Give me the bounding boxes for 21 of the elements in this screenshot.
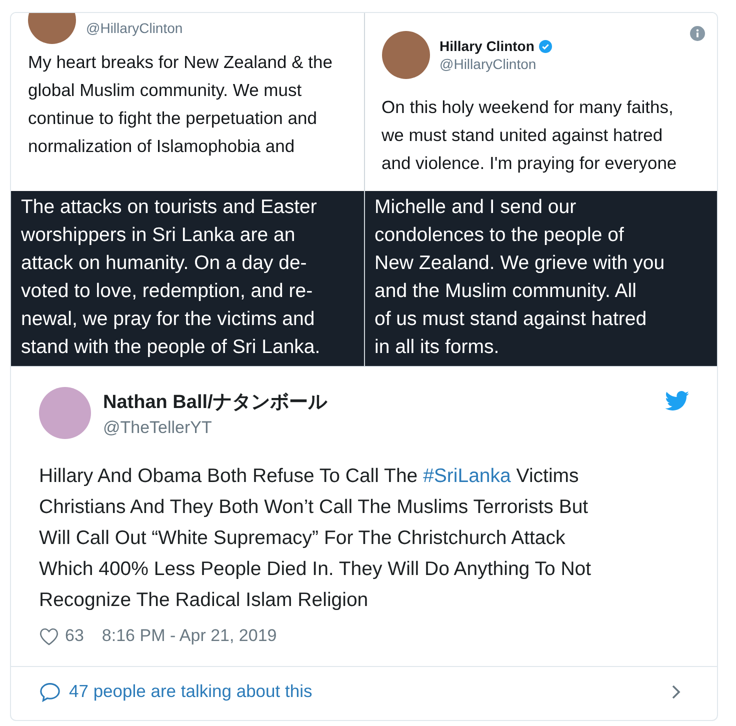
speech-bubble-icon: [39, 682, 61, 702]
avatar-picture: [39, 387, 91, 439]
author-name: Nathan Ball/ナタンボール: [103, 390, 328, 414]
like-count: 63: [65, 626, 84, 646]
heart-icon[interactable]: [39, 626, 59, 646]
tweet-timestamp[interactable]: 8:16 PM - Apr 21, 2019: [102, 626, 277, 646]
avatar-photo: [382, 31, 430, 79]
conversation-link[interactable]: 47 people are talking about this: [69, 681, 663, 702]
author-handle: @HillaryClinton: [440, 56, 538, 72]
chevron-right-icon[interactable]: [671, 684, 681, 700]
author-handle: @HillaryClinton: [86, 20, 183, 36]
hashtag-link[interactable]: #SriLanka: [423, 465, 511, 487]
tweet-text: Hillary And Obama Both Refuse To Call The #SriLanka Victims Christians And They Both Won’t Call The Muslims Terrorists But Will Call Out “White Supremacy” For The Christchurch Attack Which 400% Less People Died In. They Will Do Anything To Not Recognize The Radical Islam Religion: [39, 464, 592, 613]
info-icon[interactable]: [690, 26, 705, 41]
author-name: Hillary Clinton: [440, 38, 534, 54]
caption-text: The attacks on tourists and Easter worshippers in Sri Lanka are an attack on humanity. On a day de- voted to love, redemption, and re- newal, we pray for the victims and stand with the people of Sri Lanka.: [21, 195, 322, 360]
caption-text: Michelle and I send our condolences to the people of New Zealand. We grieve with you and the Muslim community. All of us must stand against hatred in all its forms.: [374, 195, 666, 360]
author-handle: @TheTellerYT: [103, 418, 213, 438]
bird-logo-icon[interactable]: [665, 391, 689, 411]
tweet-text: On this holy weekend for many faiths, we must stand united against hatred and violence. I'm praying for everyone: [382, 96, 678, 175]
tweet-text: My heart breaks for New Zealand & the global Muslim community. We must continue to fight the perpetuation and normalization of Islamophobia and: [28, 51, 334, 158]
